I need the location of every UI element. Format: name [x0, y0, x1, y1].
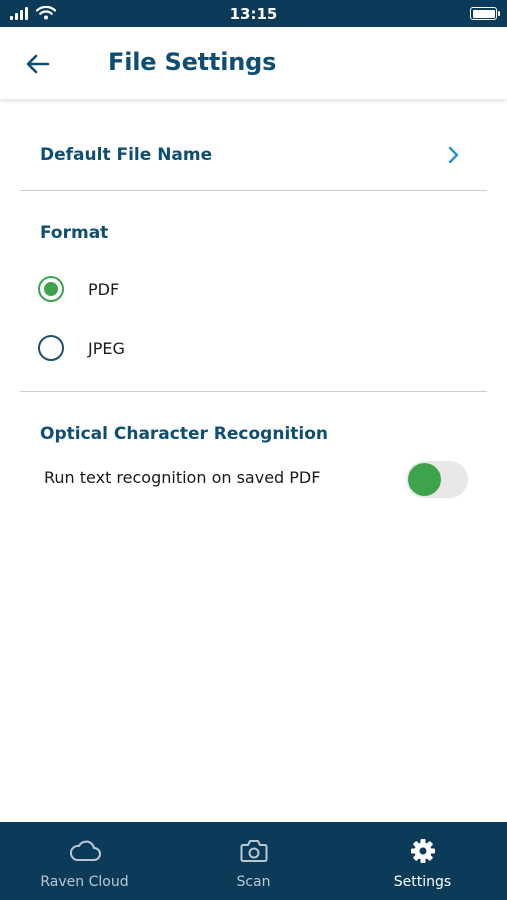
divider	[20, 391, 487, 392]
ocr-toggle[interactable]	[406, 461, 468, 498]
format-option-jpeg[interactable]: JPEG	[38, 328, 338, 368]
nav-label: Scan	[236, 874, 271, 890]
ocr-setting-label: Run text recognition on saved PDF	[44, 468, 321, 487]
arrow-left-icon	[26, 54, 50, 74]
page-title: File Settings	[108, 48, 277, 76]
radio-pdf[interactable]	[38, 276, 64, 302]
gear-icon	[410, 839, 435, 863]
format-option-pdf[interactable]: PDF	[38, 269, 338, 309]
default-file-name-label: Default File Name	[40, 145, 213, 165]
format-option-label: PDF	[88, 279, 120, 299]
divider	[20, 190, 487, 191]
app-header: File Settings	[0, 27, 507, 99]
status-indicators	[10, 6, 56, 20]
status-bar: 13:15	[0, 0, 507, 27]
wifi-icon	[36, 6, 56, 20]
back-button[interactable]	[26, 49, 66, 79]
default-file-name-row[interactable]: Default File Name	[20, 120, 487, 190]
camera-icon	[240, 840, 267, 862]
chevron-right-icon	[448, 146, 459, 164]
radio-jpeg[interactable]	[38, 335, 64, 361]
status-time: 13:15	[229, 4, 278, 23]
nav-item-settings[interactable]: Settings	[338, 822, 507, 900]
nav-item-scan[interactable]: Scan	[169, 822, 338, 900]
cloud-icon	[69, 840, 101, 861]
cellular-signal-icon	[10, 7, 28, 20]
nav-label: Raven Cloud	[40, 874, 129, 890]
ocr-section-title: Optical Character Recognition	[40, 424, 329, 444]
nav-label: Settings	[393, 874, 452, 890]
toggle-knob	[408, 463, 441, 496]
bottom-navigation: Raven Cloud Scan Settings	[0, 822, 507, 900]
battery-icon	[470, 7, 500, 20]
format-section-title: Format	[40, 223, 109, 243]
nav-item-raven-cloud[interactable]: Raven Cloud	[0, 822, 169, 900]
format-option-label: JPEG	[88, 338, 125, 358]
